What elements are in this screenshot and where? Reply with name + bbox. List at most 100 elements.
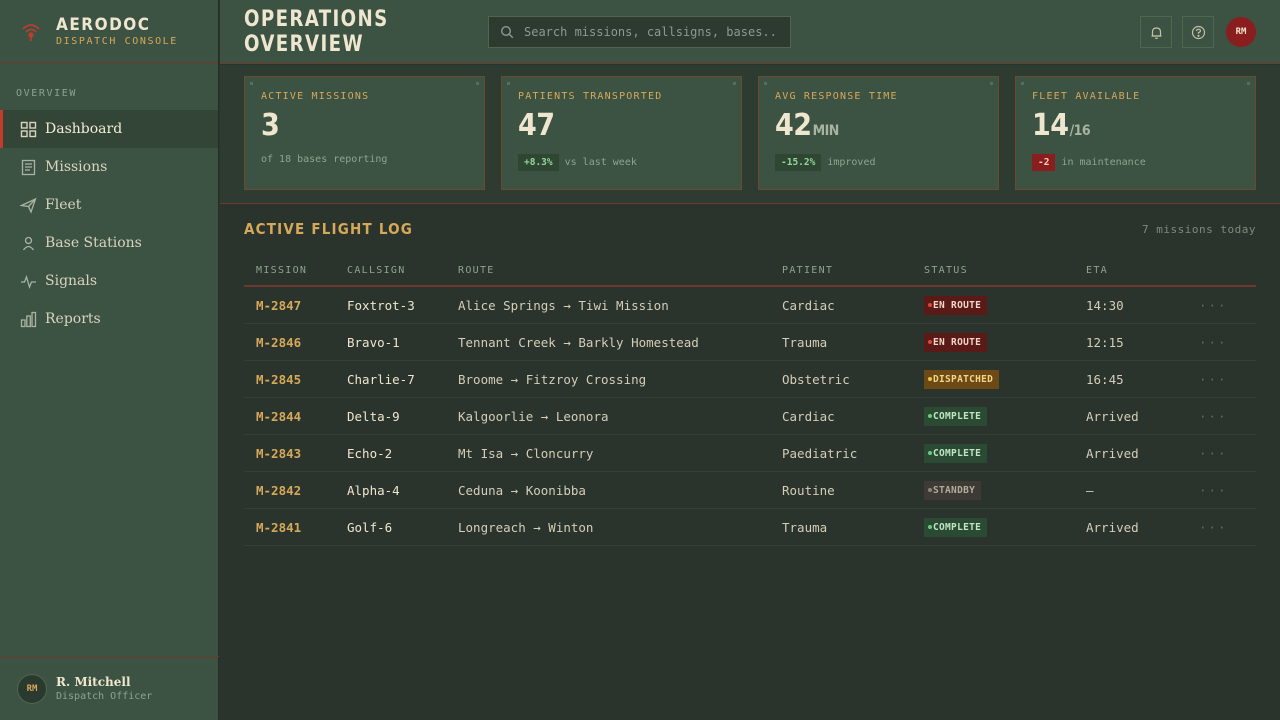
stat-label: ACTIVE MISSIONS <box>261 91 370 102</box>
table-row[interactable]: M-2847 Foxtrot-3 Alice Springs → Tiwi Miss… <box>244 287 1256 324</box>
row-menu-button[interactable]: ··· <box>1199 335 1228 350</box>
sidebar-item-label: Reports <box>45 311 101 327</box>
row-menu-button[interactable]: ··· <box>1199 298 1228 313</box>
eta: Arrived <box>1086 446 1139 461</box>
mission-id[interactable]: M-2845 <box>256 372 301 387</box>
eta: Arrived <box>1086 409 1139 424</box>
column-header-route[interactable]: ROUTE <box>458 265 495 276</box>
search-input[interactable] <box>524 24 774 39</box>
stat-value: 47 <box>518 108 741 148</box>
stat-note: vs last week <box>564 157 637 168</box>
mission-id[interactable]: M-2847 <box>256 298 301 313</box>
route: Broome → Fitzroy Crossing <box>458 372 647 387</box>
row-menu-button[interactable]: ··· <box>1199 483 1228 498</box>
mission-id[interactable]: M-2846 <box>256 335 301 350</box>
sidebar-item-label: Dashboard <box>45 121 123 137</box>
flight-log-count: 7 missions today <box>1142 223 1256 236</box>
user-avatar-button[interactable]: RM <box>1226 17 1256 47</box>
flight-log-table: MISSION CALLSIGN ROUTE PATIENT STATUS ET… <box>244 258 1256 546</box>
trend-badge: -15.2% <box>775 154 822 171</box>
status-cell: STANDBY <box>924 481 982 500</box>
sidebar-item-dashboard[interactable]: Dashboard <box>0 110 218 148</box>
user-profile[interactable]: RM R. Mitchell Dispatch Officer <box>0 656 219 720</box>
route: Mt Isa → Cloncurry <box>458 446 594 461</box>
table-header: MISSION CALLSIGN ROUTE PATIENT STATUS ET… <box>244 258 1256 287</box>
status-badge: COMPLETE <box>924 444 988 463</box>
pulse-icon <box>20 273 37 290</box>
row-menu-button[interactable]: ··· <box>1199 520 1228 535</box>
user-name: R. Mitchell <box>56 675 131 689</box>
search-icon <box>500 25 514 38</box>
sidebar-item-label: Signals <box>45 273 98 289</box>
table-row[interactable]: M-2845 Charlie-7 Broome → Fitzroy Crossing… <box>244 361 1256 398</box>
brand-title: AERODOC <box>56 15 151 35</box>
sidebar-item-base-stations[interactable]: Base Stations <box>0 224 218 262</box>
help-icon <box>1191 25 1205 39</box>
status-cell: EN ROUTE <box>924 333 988 352</box>
sidebar-item-missions[interactable]: Missions <box>0 148 218 186</box>
callsign: Echo-2 <box>347 446 393 461</box>
status-cell: COMPLETE <box>924 444 988 463</box>
patient-type: Trauma <box>782 520 828 535</box>
column-header-eta[interactable]: ETA <box>1086 265 1108 276</box>
column-header-patient[interactable]: PATIENT <box>782 265 833 276</box>
route: Kalgoorlie → Leonora <box>458 409 609 424</box>
stat-card-fleet-available: FLEET AVAILABLE 14/16 -2 in maintenance <box>1015 76 1256 190</box>
document-icon <box>20 159 37 176</box>
patient-type: Paediatric <box>782 446 858 461</box>
bar-chart-icon <box>20 311 37 328</box>
callsign: Delta-9 <box>347 409 400 424</box>
header-actions: RM <box>1140 16 1256 48</box>
row-menu-button[interactable]: ··· <box>1199 372 1228 387</box>
callsign: Foxtrot-3 <box>347 298 415 313</box>
row-menu-button[interactable]: ··· <box>1199 409 1228 424</box>
brand[interactable]: AERODOC DISPATCH CONSOLE <box>0 0 218 64</box>
route: Ceduna → Koonibba <box>458 483 586 498</box>
stat-footnote: of 18 bases reporting <box>261 154 388 165</box>
sidebar: AERODOC DISPATCH CONSOLE OVERVIEW Dashbo… <box>0 0 219 720</box>
table-row[interactable]: M-2841 Golf-6 Longreach → Winton Trauma Arri… <box>244 509 1256 546</box>
stat-footnote: +8.3% vs last week <box>518 154 741 171</box>
patient-type: Cardiac <box>782 298 835 313</box>
top-header: OPERATIONS OVERVIEW RM <box>220 0 1280 64</box>
stat-value-number: 42 <box>775 108 812 143</box>
route: Tennant Creek → Barkly Homestead <box>458 335 699 350</box>
mission-id[interactable]: M-2844 <box>256 409 301 424</box>
table-body: M-2847 Foxtrot-3 Alice Springs → Tiwi Miss… <box>244 287 1256 546</box>
bell-icon <box>1151 26 1161 39</box>
sidebar-item-reports[interactable]: Reports <box>0 300 218 338</box>
status-badge: DISPATCHED <box>924 370 1000 389</box>
table-row[interactable]: M-2844 Delta-9 Kalgoorlie → Leonora Cardiac… <box>244 398 1256 435</box>
mission-id[interactable]: M-2842 <box>256 483 301 498</box>
table-row[interactable]: M-2846 Bravo-1 Tennant Creek → Barkly Home… <box>244 324 1256 361</box>
stat-note: in maintenance <box>1061 157 1146 168</box>
stats-band: ACTIVE MISSIONS 3 of 18 bases reporting … <box>220 65 1280 204</box>
eta: 16:45 <box>1086 372 1124 387</box>
status-badge: STANDBY <box>924 481 982 500</box>
stat-label: FLEET AVAILABLE <box>1032 91 1141 102</box>
stat-label: PATIENTS TRANSPORTED <box>518 91 663 102</box>
mission-id[interactable]: M-2841 <box>256 520 301 535</box>
mission-id[interactable]: M-2843 <box>256 446 301 461</box>
eta: 12:15 <box>1086 335 1124 350</box>
status-cell: DISPATCHED <box>924 370 1000 389</box>
column-header-status[interactable]: STATUS <box>924 265 968 276</box>
notifications-button[interactable] <box>1140 16 1172 48</box>
stat-unit: /16 <box>1069 123 1091 139</box>
stat-value-number: 47 <box>518 108 555 143</box>
route: Alice Springs → Tiwi Mission <box>458 298 669 313</box>
table-row[interactable]: M-2843 Echo-2 Mt Isa → Cloncurry Paediatric… <box>244 435 1256 472</box>
sidebar-item-signals[interactable]: Signals <box>0 262 218 300</box>
trend-badge: +8.3% <box>518 154 559 171</box>
column-header-mission[interactable]: MISSION <box>256 265 307 276</box>
row-menu-button[interactable]: ··· <box>1199 446 1228 461</box>
sidebar-item-fleet[interactable]: Fleet <box>0 186 218 224</box>
column-header-callsign[interactable]: CALLSIGN <box>347 265 406 276</box>
search-box[interactable] <box>488 15 791 48</box>
help-button[interactable] <box>1182 16 1214 48</box>
route: Longreach → Winton <box>458 520 594 535</box>
page-title: OPERATIONS OVERVIEW <box>244 6 389 57</box>
trend-badge: -2 <box>1032 154 1056 171</box>
patient-type: Routine <box>782 483 835 498</box>
table-row[interactable]: M-2842 Alpha-4 Ceduna → Koonibba Routine — ST… <box>244 472 1256 509</box>
